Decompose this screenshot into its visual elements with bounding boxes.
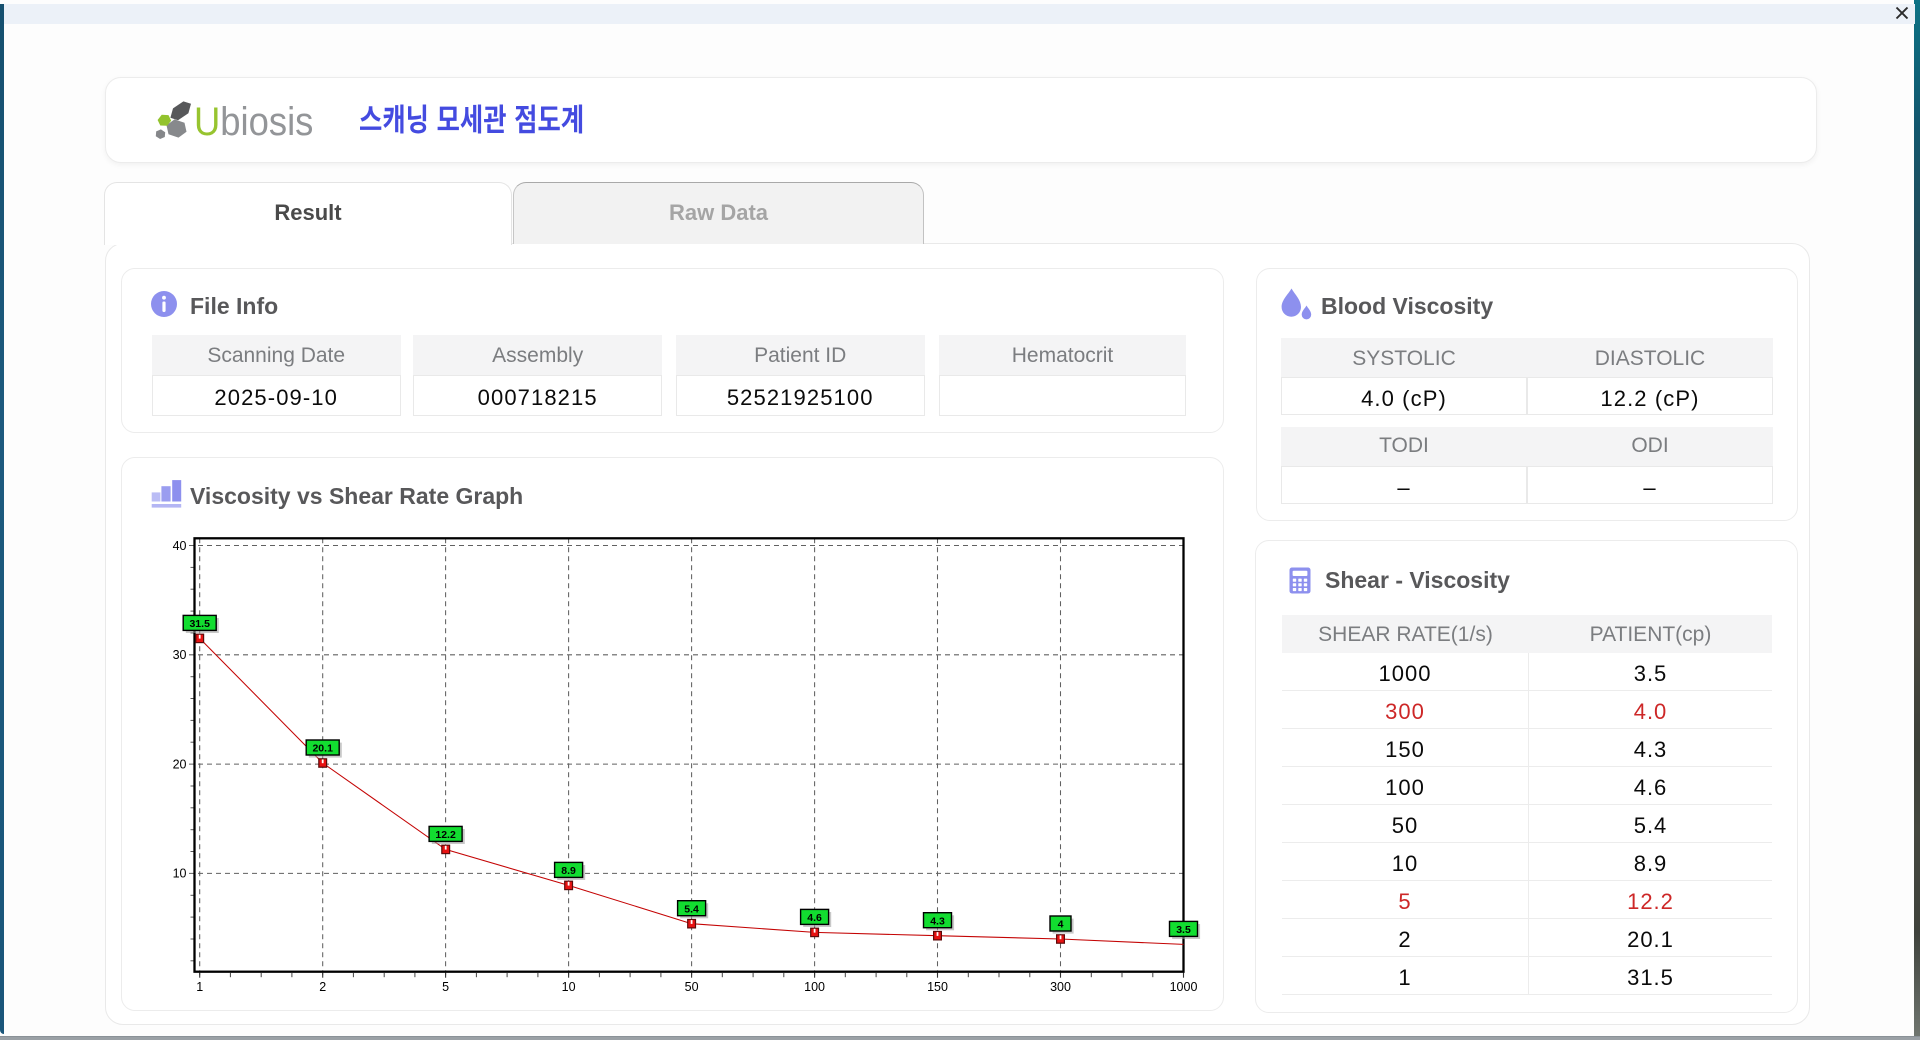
svg-text:30: 30 [173, 648, 187, 662]
svg-text:50: 50 [685, 980, 699, 994]
svg-text:40: 40 [173, 539, 187, 553]
svg-text:100: 100 [804, 980, 825, 994]
svg-text:4.6: 4.6 [807, 912, 822, 924]
svg-text:5.4: 5.4 [684, 903, 699, 915]
svg-text:300: 300 [1050, 980, 1071, 994]
svg-text:12.2: 12.2 [435, 829, 456, 841]
svg-text:31.5: 31.5 [189, 618, 210, 630]
svg-text:20: 20 [173, 757, 187, 771]
svg-text:20.1: 20.1 [312, 743, 333, 755]
svg-text:1: 1 [196, 980, 203, 994]
svg-text:2: 2 [319, 980, 326, 994]
svg-text:8.9: 8.9 [561, 865, 576, 877]
svg-text:4: 4 [1058, 919, 1064, 931]
svg-text:10: 10 [173, 867, 187, 881]
svg-text:4.3: 4.3 [930, 915, 945, 927]
svg-text:10: 10 [562, 980, 576, 994]
svg-text:5: 5 [442, 980, 449, 994]
svg-text:1000: 1000 [1170, 980, 1198, 994]
svg-text:3.5: 3.5 [1176, 924, 1191, 936]
svg-text:150: 150 [927, 980, 948, 994]
